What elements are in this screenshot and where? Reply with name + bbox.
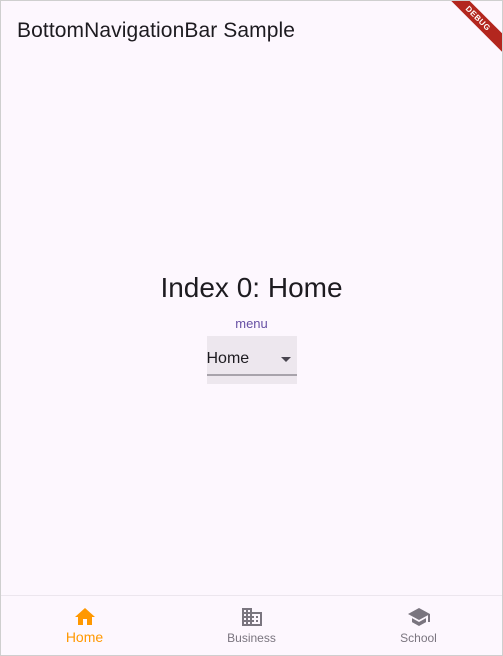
main-content: Index 0: Home menu Home: [1, 269, 502, 384]
bottom-navigation-bar: Home Business School: [1, 595, 502, 655]
nav-label-business: Business: [227, 631, 276, 645]
index-title: Index 0: Home: [160, 272, 343, 303]
dropdown-arrow-icon: [280, 357, 291, 362]
school-icon: [407, 608, 430, 626]
nav-item-home[interactable]: Home: [1, 596, 168, 655]
app-window: BottomNavigationBar Sample DEBUG Index 0…: [0, 0, 503, 656]
menu-label: menu: [235, 316, 268, 331]
home-icon: [74, 608, 95, 625]
dropdown-selected-value: Home: [206, 350, 250, 367]
nav-item-business[interactable]: Business: [168, 596, 335, 655]
app-bar: BottomNavigationBar Sample: [1, 1, 502, 61]
nav-item-school[interactable]: School: [335, 596, 502, 655]
nav-label-home: Home: [65, 629, 104, 645]
app-title: BottomNavigationBar Sample: [17, 19, 296, 42]
nav-label-school: School: [400, 631, 437, 645]
business-icon: [241, 608, 262, 626]
menu-dropdown[interactable]: Home: [206, 336, 297, 384]
